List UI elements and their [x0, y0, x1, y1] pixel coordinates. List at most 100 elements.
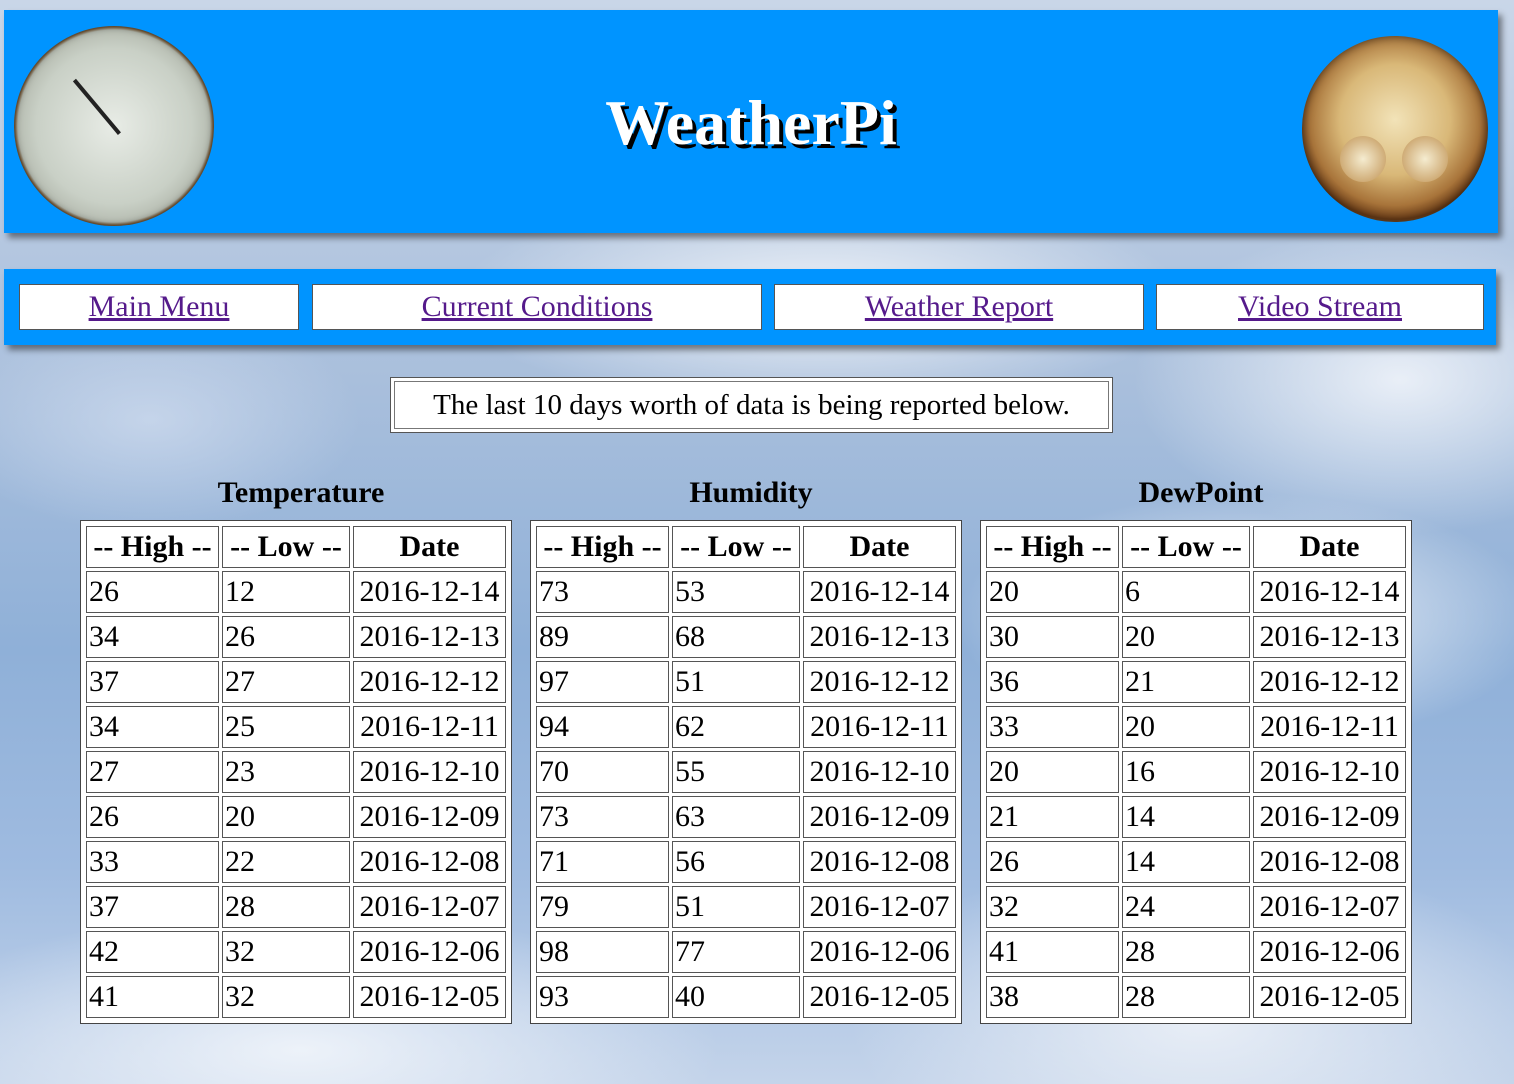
weather-report-link[interactable]: Weather Report [865, 290, 1053, 324]
table-row: 41 32 2016-12-05 [86, 976, 506, 1018]
high-cell: 33 [86, 841, 219, 883]
barometer-gauge-icon [1302, 36, 1488, 222]
table-row: 20 6 2016-12-14 [986, 571, 1406, 613]
low-cell: 55 [672, 751, 800, 793]
low-cell: 28 [1122, 976, 1250, 1018]
column-header: -- High -- [986, 526, 1119, 568]
high-cell: 32 [986, 886, 1119, 928]
site-title: WeatherPi [605, 87, 897, 158]
high-cell: 94 [536, 706, 669, 748]
low-cell: 28 [1122, 931, 1250, 973]
high-cell: 34 [86, 706, 219, 748]
low-cell: 6 [1122, 571, 1250, 613]
high-cell: 26 [86, 571, 219, 613]
high-cell: 26 [86, 796, 219, 838]
high-cell: 71 [536, 841, 669, 883]
date-cell: 2016-12-14 [803, 571, 956, 613]
main-menu-link[interactable]: Main Menu [89, 290, 230, 324]
table-row: 21 14 2016-12-09 [986, 796, 1406, 838]
date-cell: 2016-12-12 [353, 661, 506, 703]
table-row: 36 21 2016-12-12 [986, 661, 1406, 703]
low-cell: 56 [672, 841, 800, 883]
high-cell: 36 [986, 661, 1119, 703]
date-cell: 2016-12-08 [353, 841, 506, 883]
report-notice: The last 10 days worth of data is being … [390, 377, 1113, 433]
table-row: 89 68 2016-12-13 [536, 616, 956, 658]
dewpoint-table: -- High -- -- Low -- Date 20 6 2016-12-14 30 20… [980, 520, 1412, 1024]
temperature-table: -- High -- -- Low -- Date 26 12 2016-12-14 34 2… [80, 520, 512, 1024]
date-cell: 2016-12-13 [1253, 616, 1406, 658]
low-cell: 32 [222, 976, 350, 1018]
table-header-row: -- High -- -- Low -- Date [536, 526, 956, 568]
low-cell: 21 [1122, 661, 1250, 703]
table-row: 33 22 2016-12-08 [86, 841, 506, 883]
low-cell: 53 [672, 571, 800, 613]
high-cell: 38 [986, 976, 1119, 1018]
high-cell: 79 [536, 886, 669, 928]
table-row: 37 28 2016-12-07 [86, 886, 506, 928]
high-cell: 27 [86, 751, 219, 793]
date-cell: 2016-12-10 [803, 751, 956, 793]
high-cell: 73 [536, 796, 669, 838]
column-header: Date [803, 526, 956, 568]
low-cell: 20 [1122, 616, 1250, 658]
low-cell: 26 [222, 616, 350, 658]
high-cell: 41 [986, 931, 1119, 973]
high-cell: 33 [986, 706, 1119, 748]
low-cell: 51 [672, 886, 800, 928]
high-cell: 34 [86, 616, 219, 658]
table-row: 70 55 2016-12-10 [536, 751, 956, 793]
column-header: -- High -- [536, 526, 669, 568]
humidity-table-caption: Humidity [689, 476, 813, 509]
date-cell: 2016-12-12 [1253, 661, 1406, 703]
table-row: 42 32 2016-12-06 [86, 931, 506, 973]
current-conditions-link[interactable]: Current Conditions [422, 290, 653, 324]
table-row: 73 63 2016-12-09 [536, 796, 956, 838]
high-cell: 26 [986, 841, 1119, 883]
table-row: 33 20 2016-12-11 [986, 706, 1406, 748]
low-cell: 27 [222, 661, 350, 703]
high-cell: 98 [536, 931, 669, 973]
site-header: WeatherPi [4, 10, 1498, 233]
high-cell: 70 [536, 751, 669, 793]
high-cell: 97 [536, 661, 669, 703]
high-cell: 93 [536, 976, 669, 1018]
date-cell: 2016-12-10 [1253, 751, 1406, 793]
table-row: 30 20 2016-12-13 [986, 616, 1406, 658]
date-cell: 2016-12-05 [803, 976, 956, 1018]
date-cell: 2016-12-13 [803, 616, 956, 658]
date-cell: 2016-12-06 [1253, 931, 1406, 973]
date-cell: 2016-12-07 [353, 886, 506, 928]
main-nav: Main Menu Current Conditions Weather Rep… [4, 269, 1496, 345]
date-cell: 2016-12-08 [803, 841, 956, 883]
dewpoint-section: DewPoint -- High -- -- Low -- Date 20 6 2016-1… [980, 470, 1422, 1024]
low-cell: 16 [1122, 751, 1250, 793]
video-stream-link[interactable]: Video Stream [1238, 290, 1402, 324]
date-cell: 2016-12-05 [353, 976, 506, 1018]
high-cell: 20 [986, 751, 1119, 793]
table-row: 97 51 2016-12-12 [536, 661, 956, 703]
low-cell: 25 [222, 706, 350, 748]
column-header: Date [353, 526, 506, 568]
high-cell: 89 [536, 616, 669, 658]
table-row: 73 53 2016-12-14 [536, 571, 956, 613]
column-header: -- Low -- [1122, 526, 1250, 568]
date-cell: 2016-12-07 [803, 886, 956, 928]
low-cell: 68 [672, 616, 800, 658]
table-row: 34 26 2016-12-13 [86, 616, 506, 658]
date-cell: 2016-12-09 [353, 796, 506, 838]
column-header: -- High -- [86, 526, 219, 568]
date-cell: 2016-12-12 [803, 661, 956, 703]
table-row: 20 16 2016-12-10 [986, 751, 1406, 793]
low-cell: 24 [1122, 886, 1250, 928]
table-header-row: -- High -- -- Low -- Date [986, 526, 1406, 568]
nav-item-current-conditions: Current Conditions [312, 284, 762, 330]
high-cell: 73 [536, 571, 669, 613]
high-cell: 41 [86, 976, 219, 1018]
table-row: 26 12 2016-12-14 [86, 571, 506, 613]
table-row: 26 14 2016-12-08 [986, 841, 1406, 883]
table-header-row: -- High -- -- Low -- Date [86, 526, 506, 568]
low-cell: 12 [222, 571, 350, 613]
low-cell: 20 [1122, 706, 1250, 748]
column-header: -- Low -- [672, 526, 800, 568]
